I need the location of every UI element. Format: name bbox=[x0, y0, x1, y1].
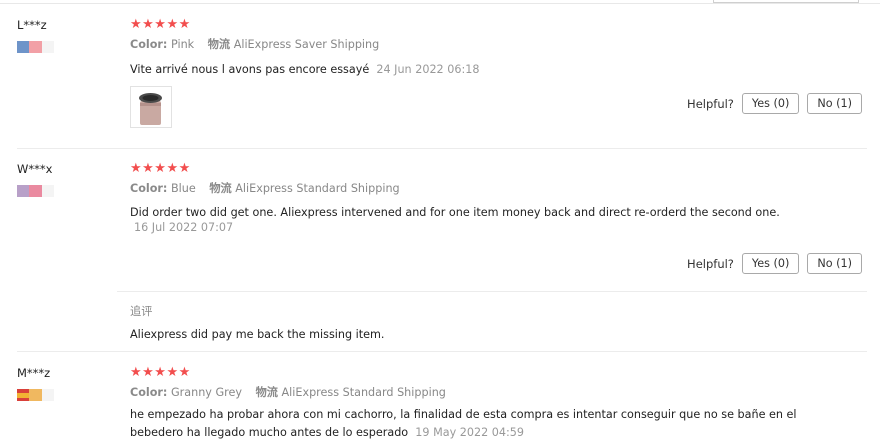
review-item: M***z ★★★★★ Color: Granny Grey 物流 AliExp… bbox=[0, 366, 880, 448]
shipping-label: 物流 bbox=[207, 38, 231, 51]
helpful-controls: Helpful? Yes (0) No (1) bbox=[687, 93, 862, 114]
helpful-yes-button[interactable]: Yes (0) bbox=[741, 253, 800, 274]
additional-review-title: 追评 bbox=[130, 305, 153, 318]
review-divider bbox=[17, 351, 867, 352]
review-item: W***x ★★★★★ Color: Blue 物流 AliExpress St… bbox=[0, 162, 880, 352]
additional-review-text: Aliexpress did pay me back the missing i… bbox=[130, 328, 385, 341]
review-meta: Color: Blue 物流 AliExpress Standard Shipp… bbox=[130, 182, 400, 196]
review-item: L***z ★★★★★ Color: Pink 物流 AliExpress Sa… bbox=[0, 18, 880, 148]
star-rating: ★★★★★ bbox=[130, 17, 191, 32]
review-text: Vite arrivé nous l avons pas encore essa… bbox=[130, 62, 479, 78]
helpful-no-button[interactable]: No (1) bbox=[807, 253, 862, 274]
reviewer-name: W***x bbox=[17, 162, 53, 176]
review-body-line1: he empezado ha probar ahora con mi cacho… bbox=[130, 408, 797, 421]
review-divider bbox=[17, 148, 867, 149]
shipping-value: AliExpress Standard Shipping bbox=[235, 182, 400, 195]
color-label: Color: bbox=[130, 38, 168, 51]
shipping-value: AliExpress Standard Shipping bbox=[281, 386, 446, 399]
cup-photo-icon bbox=[131, 87, 171, 127]
review-body-line2-wrap: bebedero ha llegado mucho antes de lo es… bbox=[130, 425, 524, 441]
helpful-controls: Helpful? Yes (0) No (1) bbox=[687, 253, 862, 274]
shipping-label: 物流 bbox=[255, 386, 278, 399]
review-meta: Color: Pink 物流 AliExpress Saver Shipping bbox=[130, 38, 379, 52]
country-flag bbox=[17, 41, 65, 53]
helpful-label: Helpful? bbox=[687, 96, 734, 111]
star-rating: ★★★★★ bbox=[130, 365, 191, 380]
reviewer: W***x bbox=[17, 162, 54, 197]
color-label: Color: bbox=[130, 182, 168, 195]
color-value: Blue bbox=[170, 182, 196, 195]
reviewer: M***z bbox=[17, 366, 54, 401]
country-flag bbox=[17, 389, 65, 401]
top-rule bbox=[0, 3, 880, 4]
reviewer-name: L***z bbox=[17, 18, 47, 32]
review-body-line2: bebedero ha llegado mucho antes de lo es… bbox=[130, 426, 409, 439]
review-body: Did order two did get one. Aliexpress in… bbox=[130, 206, 780, 219]
reviewer-name: M***z bbox=[17, 366, 51, 380]
additional-review-divider bbox=[117, 291, 867, 292]
country-flag bbox=[17, 185, 65, 197]
review-photo-thumbnail[interactable] bbox=[130, 86, 172, 128]
top-control-edge bbox=[713, 0, 859, 3]
review-date: 24 Jun 2022 06:18 bbox=[376, 63, 480, 76]
review-body: Vite arrivé nous l avons pas encore essa… bbox=[130, 63, 370, 76]
helpful-label: Helpful? bbox=[687, 256, 734, 271]
reviewer: L***z bbox=[17, 18, 54, 53]
star-rating: ★★★★★ bbox=[130, 161, 191, 176]
shipping-label: 物流 bbox=[209, 182, 232, 195]
color-label: Color: bbox=[130, 386, 168, 399]
top-divider bbox=[0, 0, 880, 5]
helpful-no-button[interactable]: No (1) bbox=[807, 93, 862, 114]
review-date: 19 May 2022 04:59 bbox=[415, 426, 525, 439]
review-date: 16 Jul 2022 07:07 bbox=[134, 221, 234, 234]
helpful-yes-button[interactable]: Yes (0) bbox=[741, 93, 800, 114]
review-meta: Color: Granny Grey 物流 AliExpress Standar… bbox=[130, 386, 446, 400]
color-value: Granny Grey bbox=[170, 386, 242, 399]
shipping-value: AliExpress Saver Shipping bbox=[233, 38, 380, 51]
color-value: Pink bbox=[170, 38, 195, 51]
